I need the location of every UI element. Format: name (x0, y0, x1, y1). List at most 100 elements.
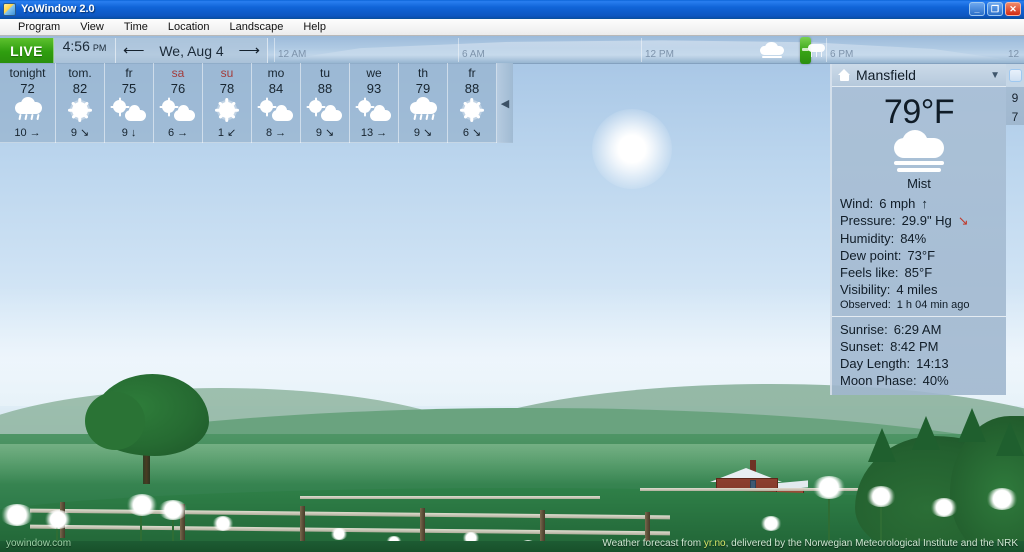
forecast-wind-speed: 6 (167, 127, 175, 139)
forecast-wind: 1 ↙ (218, 126, 236, 140)
forecast-wind-direction-icon: ↘ (422, 127, 433, 139)
menu-bar: Program View Time Location Landscape Hel… (0, 19, 1024, 36)
chevron-down-icon[interactable]: ▼ (990, 70, 1000, 81)
clock-time: 4:56 (62, 38, 90, 54)
forecast-wind-direction-icon: ↘ (471, 127, 482, 139)
forecast-column-thursday[interactable]: th 79 9 ↘ (399, 63, 448, 143)
yr-no-link[interactable]: yr.no (704, 538, 726, 549)
date-navigator: ⟵ We, Aug 4 ⟶ (116, 38, 268, 63)
forecast-column-sunday[interactable]: su 78 1 ↙ (203, 63, 252, 143)
forecast-column-tuesday[interactable]: tu 88 9 ↘ (301, 63, 350, 143)
forecast-temp: 72 (20, 81, 35, 96)
forecast-wind: 9 ↓ (122, 126, 137, 140)
flower (158, 500, 188, 520)
menu-item-program[interactable]: Program (8, 20, 70, 34)
flower (930, 498, 958, 517)
forecast-temp: 78 (219, 81, 235, 96)
oak-tree (85, 374, 215, 484)
mist-icon (888, 130, 950, 176)
previous-day-button[interactable]: ⟵ (123, 43, 145, 58)
rain-cloud-icon (11, 97, 45, 124)
observed-row: Observed: 1 h 04 min ago (832, 298, 1006, 312)
sun-cloud-icon (357, 98, 391, 124)
rain-cloud-icon (406, 97, 440, 124)
forecast-column-monday[interactable]: mo 84 8 → (252, 63, 301, 143)
sunset-row: Sunset: 8:42 PM (832, 338, 1006, 355)
home-icon (838, 69, 851, 81)
feels-like-value: 85°F (904, 265, 933, 280)
dew-point-row: Dew point: 73°F (832, 247, 1006, 264)
live-button[interactable]: LIVE (0, 38, 54, 63)
wind-value: 6 mph (879, 196, 916, 211)
secondary-location-panel[interactable]: 9 7 (1006, 64, 1024, 125)
flower (126, 494, 158, 516)
visibility-row: Visibility: 4 miles (832, 281, 1006, 298)
forecast-column-friday[interactable]: fr 75 9 ↓ (105, 63, 154, 143)
forecast-wind: 9 ↘ (71, 126, 89, 140)
tick-line (458, 38, 459, 62)
yowindow-website-link[interactable]: yowindow.com (6, 538, 71, 549)
panel-header[interactable]: Mansfield ▼ (832, 64, 1006, 87)
forecast-day-label: tu (319, 66, 330, 80)
pressure-row: Pressure: 29.9" Hg ↘ (832, 212, 1006, 230)
wind-label: Wind: (840, 196, 874, 211)
menu-item-time[interactable]: Time (114, 20, 158, 34)
forecast-wind-speed: 9 (315, 127, 322, 139)
forecast-column-friday-next[interactable]: fr 88 6 ↘ (448, 63, 497, 143)
visibility-value: 4 miles (896, 282, 938, 297)
forecast-collapse-button[interactable]: ◀ (497, 63, 513, 143)
menu-item-location[interactable]: Location (158, 20, 220, 34)
restore-button[interactable]: ❐ (987, 2, 1003, 16)
menu-item-landscape[interactable]: Landscape (219, 20, 293, 34)
sunrise-value: 6:29 AM (893, 322, 942, 337)
sun-cloud-icon (112, 98, 146, 124)
sunrise-row: Sunrise: 6:29 AM (832, 321, 1006, 338)
humidity-label: Humidity: (840, 231, 895, 246)
menu-item-view[interactable]: View (70, 20, 114, 34)
sunset-value: 8:42 PM (890, 339, 939, 354)
title-bar: YoWindow 2.0 _ ❐ ✕ (0, 0, 1024, 19)
secondary-panel-minimize-button[interactable] (1008, 69, 1022, 82)
forecast-wind-direction-icon: → (29, 127, 41, 139)
forecast-temp: 75 (121, 81, 137, 96)
forecast-temp: 84 (268, 81, 284, 96)
collapse-left-arrow-icon: ◀ (500, 97, 510, 110)
forecast-column-tonight[interactable]: tonight 72 10 → (0, 63, 56, 143)
tick-label-12am: 12 AM (278, 49, 307, 60)
fence-post (420, 508, 425, 544)
forecast-column-wednesday[interactable]: we 93 13 → (350, 63, 399, 143)
forecast-wind-speed: 10 (14, 127, 27, 139)
forecast-temp: 82 (72, 81, 88, 96)
forecast-temp: 76 (170, 81, 186, 96)
pressure-value: 29.9" Hg (901, 213, 952, 228)
feels-like-row: Feels like: 85°F (832, 264, 1006, 281)
menu-item-help[interactable]: Help (293, 20, 336, 34)
tree-crown-secondary (85, 392, 145, 450)
forecast-wind-speed: 1 (217, 127, 224, 139)
attribution-suffix: , delivered by the Norwegian Meteorologi… (725, 538, 1018, 549)
close-button[interactable]: ✕ (1005, 2, 1021, 16)
forecast-wind: 8 → (266, 126, 286, 140)
forecast-wind-direction-icon: ↓ (130, 127, 137, 139)
forecast-wind-direction-icon: ↘ (324, 127, 335, 139)
humidity-row: Humidity: 84% (832, 230, 1006, 247)
current-time-display: 4:56 PM (54, 38, 116, 63)
visibility-label: Visibility: (840, 282, 891, 297)
flower (330, 528, 348, 540)
forecast-column-saturday[interactable]: sa 76 6 → (154, 63, 203, 143)
window-title: YoWindow 2.0 (21, 3, 95, 15)
forecast-wind-speed: 9 (70, 127, 77, 139)
wind-direction-arrow-icon: ↑ (921, 196, 928, 211)
forecast-wind: 9 ↘ (316, 126, 334, 140)
tick-label-6pm: 6 PM (830, 49, 854, 60)
minimize-button[interactable]: _ (969, 2, 985, 16)
forecast-column-tomorrow[interactable]: tom. 82 9 ↘ (56, 63, 105, 143)
flower (44, 510, 72, 529)
sunset-label: Sunset: (840, 339, 885, 354)
secondary-panel-header (1006, 64, 1024, 87)
day-length-value: 14:13 (916, 356, 949, 371)
forecast-wind-direction-icon: → (177, 127, 189, 139)
next-day-button[interactable]: ⟶ (238, 43, 260, 58)
moon-phase-row: Moon Phase: 40% (832, 372, 1006, 389)
wind-row: Wind: 6 mph ↑ (832, 195, 1006, 212)
